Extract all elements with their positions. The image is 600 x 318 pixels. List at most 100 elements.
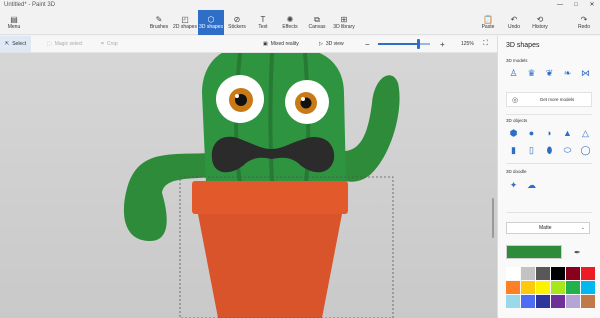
minimize-button[interactable]: —: [552, 0, 568, 10]
color-swatch[interactable]: [581, 281, 595, 294]
chevron-down-icon: ⌄: [580, 225, 585, 231]
color-swatch[interactable]: [566, 281, 580, 294]
color-swatch[interactable]: [506, 267, 520, 280]
color-swatch[interactable]: [566, 295, 580, 308]
soft-doodle-icon[interactable]: ☁: [524, 179, 539, 191]
current-color-swatch[interactable]: [506, 245, 562, 259]
cone-icon[interactable]: ▲: [560, 127, 575, 139]
paste-button[interactable]: 📋 Paste: [478, 10, 498, 35]
tab-2d-shapes[interactable]: ◰ 2D shapes: [172, 10, 198, 35]
fit-to-window-icon[interactable]: ⛶: [483, 36, 488, 52]
cylinder-icon[interactable]: ▮: [506, 144, 521, 156]
history-button[interactable]: ⟲ History: [529, 10, 551, 35]
mixed-reality-button[interactable]: ▣ Mixed reality: [263, 36, 299, 52]
crop-label: Crop: [106, 41, 118, 47]
3d-view-label: 3D view: [325, 41, 344, 47]
3d-view-button[interactable]: ▷ 3D view: [319, 36, 344, 52]
color-swatch[interactable]: [581, 267, 595, 280]
models-row: ♙ ♛ ❦ ❧ ⋈: [506, 67, 593, 79]
tab-canvas[interactable]: ⧉ Canvas: [306, 10, 328, 35]
material-dropdown[interactable]: Matte ⌄: [506, 222, 590, 234]
zoom-out-button[interactable]: −: [365, 36, 370, 52]
redo-icon: ↷: [580, 15, 588, 24]
color-swatch[interactable]: [536, 281, 550, 294]
cat-icon[interactable]: ❧: [560, 67, 575, 79]
torus-icon[interactable]: ⬭: [560, 144, 575, 156]
pyramid-icon[interactable]: △: [578, 127, 593, 139]
pot-rim: [192, 181, 348, 214]
tab-label: Stickers: [228, 24, 246, 30]
objects-heading: 3D objects: [506, 118, 528, 123]
crop-icon: ⌗: [101, 41, 104, 47]
dog-icon[interactable]: ❦: [542, 67, 557, 79]
color-swatch[interactable]: [581, 295, 595, 308]
secondary-toolbar: ⇱ Select ⬚ Magic select ⌗ Crop ▣ Mixed r…: [0, 36, 497, 53]
close-button[interactable]: ✕: [584, 0, 600, 10]
color-swatch[interactable]: [521, 267, 535, 280]
color-palette: [506, 267, 595, 308]
tab-label: Canvas: [308, 24, 326, 30]
crop-button[interactable]: ⌗ Crop: [101, 36, 118, 52]
divider: [506, 163, 592, 164]
magic-select-icon: ⬚: [47, 41, 52, 47]
select-label: Select: [12, 41, 27, 47]
divider: [506, 212, 592, 213]
tab-effects[interactable]: ✺ Effects: [279, 10, 301, 35]
color-swatch[interactable]: [506, 295, 520, 308]
color-swatch[interactable]: [521, 295, 535, 308]
remix-icon: ◎: [511, 96, 519, 104]
cube-icon[interactable]: ⬢: [506, 127, 521, 139]
color-swatch[interactable]: [551, 281, 565, 294]
doodle-row: ✦ ☁: [506, 179, 539, 191]
effects-icon: ✺: [286, 15, 294, 24]
menu-icon: ▤: [10, 15, 18, 24]
color-swatch[interactable]: [536, 267, 550, 280]
menu-label: Menu: [7, 24, 21, 30]
tab-3d-shapes[interactable]: ⬡ 3D shapes: [198, 10, 224, 35]
hemisphere-icon[interactable]: ◗: [542, 127, 557, 139]
magic-select-label: Magic select: [54, 41, 83, 47]
objects-row-2: ▮ ▯ ⬮ ⬭ ◯: [506, 144, 593, 156]
undo-button[interactable]: ↶ Undo: [504, 10, 524, 35]
capsule-icon[interactable]: ⬮: [542, 144, 557, 156]
get-more-models-label: Get more models: [539, 97, 575, 102]
donut-icon[interactable]: ◯: [578, 144, 593, 156]
magic-select-button[interactable]: ⬚ Magic select: [47, 36, 83, 52]
doodle-heading: 3D doodle: [506, 169, 527, 174]
maximize-button[interactable]: □: [568, 0, 584, 10]
mixed-reality-label: Mixed reality: [270, 41, 299, 47]
eyedropper-icon[interactable]: ✒: [574, 248, 581, 257]
tab-brushes[interactable]: ✎ Brushes: [147, 10, 171, 35]
window-controls: — □ ✕: [552, 0, 600, 10]
tab-label: Text: [258, 24, 268, 30]
redo-button[interactable]: ↷ Redo: [574, 10, 594, 35]
get-more-models-button[interactable]: ◎ Get more models: [506, 92, 592, 107]
zoom-slider[interactable]: [378, 39, 430, 49]
color-swatch[interactable]: [551, 295, 565, 308]
fish-icon[interactable]: ⋈: [578, 67, 593, 79]
color-swatch[interactable]: [521, 281, 535, 294]
tab-3d-library[interactable]: ⊞ 3D library: [331, 10, 357, 35]
tube-icon[interactable]: ▯: [524, 144, 539, 156]
color-swatch[interactable]: [536, 295, 550, 308]
color-swatch[interactable]: [566, 267, 580, 280]
zoom-in-button[interactable]: +: [440, 36, 445, 52]
sharp-doodle-icon[interactable]: ✦: [506, 179, 521, 191]
person-female-icon[interactable]: ♛: [524, 67, 539, 79]
undo-icon: ↶: [510, 15, 518, 24]
color-swatch[interactable]: [551, 267, 565, 280]
vertical-scrollbar[interactable]: [492, 198, 494, 238]
tab-text[interactable]: T Text: [254, 10, 272, 35]
zoom-slider-thumb[interactable]: [417, 39, 421, 49]
drawing-canvas[interactable]: [0, 53, 497, 318]
cactus-scene: [123, 53, 400, 318]
menu-button[interactable]: ▤ Menu: [2, 10, 26, 35]
person-icon[interactable]: ♙: [506, 67, 521, 79]
sphere-icon[interactable]: ●: [524, 127, 539, 139]
tab-stickers[interactable]: ⊘ Stickers: [226, 10, 248, 35]
select-button[interactable]: ⇱ Select: [0, 36, 32, 52]
sticker-icon: ⊘: [233, 15, 241, 24]
mixed-reality-icon: ▣: [263, 41, 268, 47]
tab-label: Brushes: [149, 24, 169, 30]
color-swatch[interactable]: [506, 281, 520, 294]
